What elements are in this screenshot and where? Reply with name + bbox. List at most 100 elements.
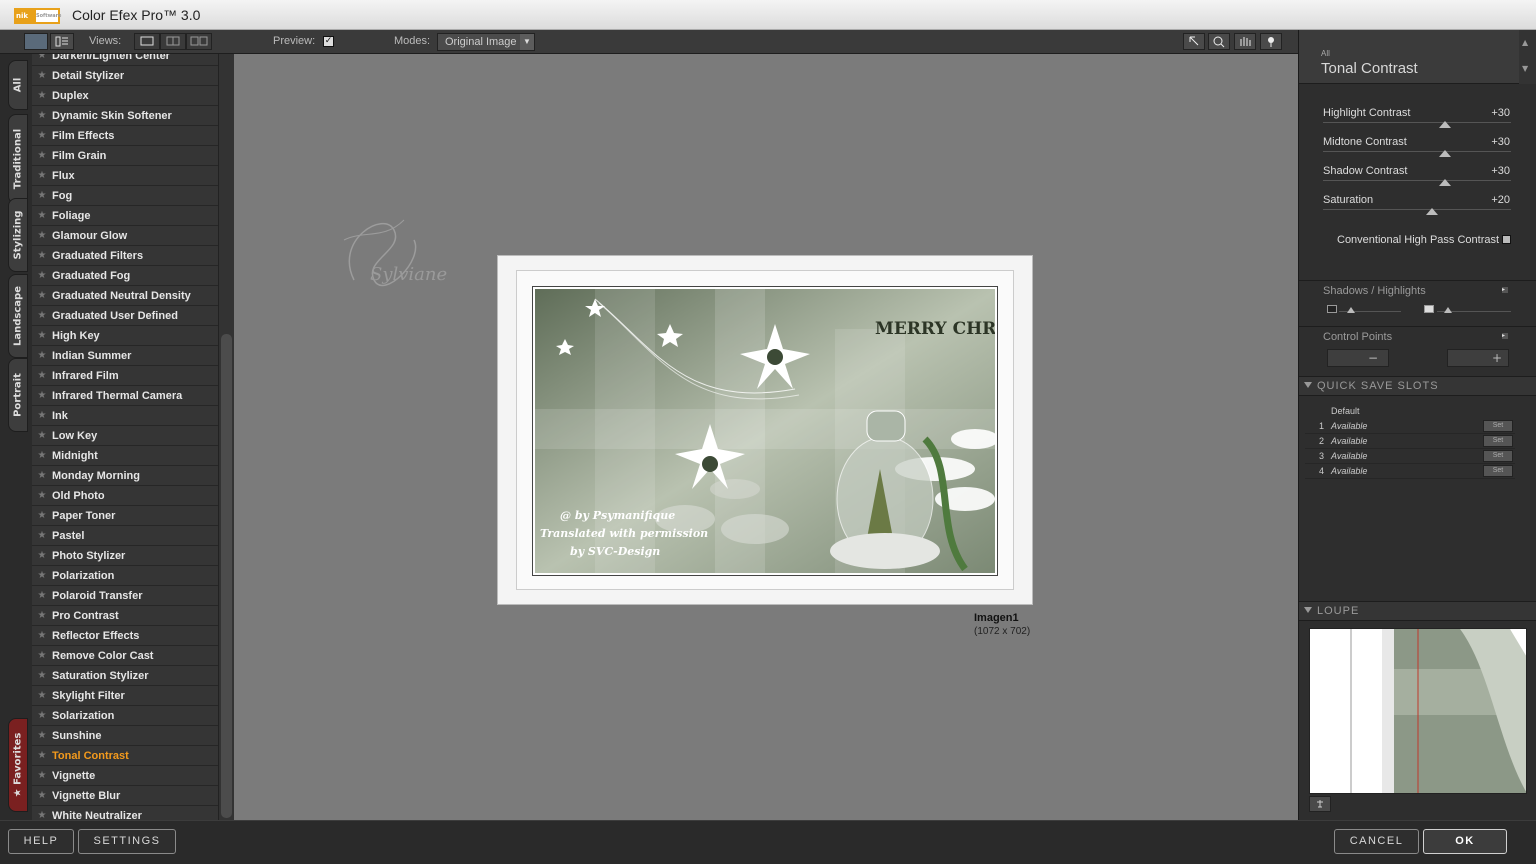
view-split-button[interactable]	[160, 33, 186, 50]
favorite-star-icon[interactable]: ★	[32, 630, 52, 641]
filter-item[interactable]: ★ Film Grain	[32, 146, 218, 166]
favorite-star-icon[interactable]: ★	[32, 130, 52, 141]
filter-item[interactable]: ★ Dynamic Skin Softener	[32, 106, 218, 126]
filter-item[interactable]: ★ High Key	[32, 326, 218, 346]
slot-set-button[interactable]: Set	[1483, 450, 1513, 462]
shadows-slider-thumb[interactable]	[1347, 307, 1355, 313]
slot-set-button[interactable]: Set	[1483, 420, 1513, 432]
favorite-star-icon[interactable]: ★	[32, 670, 52, 681]
single-view-icon[interactable]	[24, 33, 48, 50]
slider-thumb[interactable]	[1439, 179, 1452, 186]
tab-all[interactable]: All	[8, 60, 28, 110]
favorite-star-icon[interactable]: ★	[32, 330, 52, 341]
loupe-header[interactable]: LOUPE	[1299, 601, 1536, 621]
favorite-star-icon[interactable]: ★	[32, 650, 52, 661]
quick-save-header[interactable]: QUICK SAVE SLOTS	[1299, 376, 1536, 396]
filter-item[interactable]: ★ Ink	[32, 406, 218, 426]
filter-item[interactable]: ★ Remove Color Cast	[32, 646, 218, 666]
slider-thumb[interactable]	[1439, 121, 1452, 128]
filter-item[interactable]: ★ Old Photo	[32, 486, 218, 506]
favorite-star-icon[interactable]: ★	[32, 570, 52, 581]
filter-item[interactable]: ★ Midnight	[32, 446, 218, 466]
favorite-star-icon[interactable]: ★	[32, 310, 52, 321]
favorite-star-icon[interactable]: ★	[32, 150, 52, 161]
favorite-star-icon[interactable]: ★	[32, 450, 52, 461]
favorite-star-icon[interactable]: ★	[32, 610, 52, 621]
favorite-star-icon[interactable]: ★	[32, 530, 52, 541]
favorite-star-icon[interactable]: ★	[32, 290, 52, 301]
filter-item[interactable]: ★ Film Effects	[32, 126, 218, 146]
filter-item[interactable]: ★ Pastel	[32, 526, 218, 546]
filter-item[interactable]: ★ White Neutralizer	[32, 806, 218, 820]
slider-thumb[interactable]	[1426, 208, 1439, 215]
favorite-star-icon[interactable]: ★	[32, 750, 52, 761]
filter-item[interactable]: ★ Vignette Blur	[32, 786, 218, 806]
loupe-view[interactable]	[1309, 628, 1527, 794]
pointer-tool-button[interactable]	[1183, 33, 1205, 50]
slider-track[interactable]	[1323, 151, 1511, 152]
filter-item[interactable]: ★ Graduated Fog	[32, 266, 218, 286]
filter-item[interactable]: ★ Graduated Neutral Density	[32, 286, 218, 306]
hand-tool-button[interactable]	[1234, 33, 1256, 50]
slot-set-button[interactable]: Set	[1483, 465, 1513, 477]
slider-track[interactable]	[1323, 180, 1511, 181]
favorite-star-icon[interactable]: ★	[32, 510, 52, 521]
favorite-star-icon[interactable]: ★	[32, 370, 52, 381]
filter-item[interactable]: ★ Sunshine	[32, 726, 218, 746]
slot-set-button[interactable]: Set	[1483, 435, 1513, 447]
favorite-star-icon[interactable]: ★	[32, 410, 52, 421]
filter-item[interactable]: ★ Glamour Glow	[32, 226, 218, 246]
slider-track[interactable]	[1323, 209, 1511, 210]
favorite-star-icon[interactable]: ★	[32, 730, 52, 741]
preview-checkbox[interactable]: ✓	[323, 36, 334, 47]
filter-item[interactable]: ★ Graduated Filters	[32, 246, 218, 266]
view-side-by-side-button[interactable]	[186, 33, 212, 50]
chevron-up-icon[interactable]: ▲	[1522, 38, 1528, 47]
view-single-button[interactable]	[134, 33, 160, 50]
control-point-tool-button[interactable]	[1260, 33, 1282, 50]
filter-item[interactable]: ★ Darken/Lighten Center	[32, 54, 218, 66]
favorite-star-icon[interactable]: ★	[32, 550, 52, 561]
filter-item[interactable]: ★ Infrared Thermal Camera	[32, 386, 218, 406]
add-control-point-button[interactable]: +	[1447, 349, 1509, 367]
list-view-icon[interactable]	[50, 33, 74, 50]
image-canvas[interactable]: Sylviane MERRY CHR @ by Psymanifique Tra…	[234, 54, 1298, 820]
favorite-star-icon[interactable]: ★	[32, 430, 52, 441]
filter-list-scrollbar[interactable]	[218, 54, 234, 820]
filter-item[interactable]: ★ Tonal Contrast	[32, 746, 218, 766]
filter-item[interactable]: ★ Foliage	[32, 206, 218, 226]
favorite-star-icon[interactable]: ★	[32, 70, 52, 81]
filter-item[interactable]: ★ Photo Stylizer	[32, 546, 218, 566]
favorite-star-icon[interactable]: ★	[32, 90, 52, 101]
tab-stylizing[interactable]: Stylizing	[8, 198, 28, 272]
zoom-tool-button[interactable]	[1208, 33, 1230, 50]
filter-item[interactable]: ★ Duplex	[32, 86, 218, 106]
modes-select[interactable]: Original Image ▼	[437, 33, 535, 51]
favorite-star-icon[interactable]: ★	[32, 390, 52, 401]
cancel-button[interactable]: CANCEL	[1334, 829, 1419, 854]
favorite-star-icon[interactable]: ★	[32, 110, 52, 121]
expand-arrow-icon[interactable]: ▸	[1502, 287, 1508, 293]
high-pass-checkbox[interactable]	[1502, 235, 1511, 244]
filter-item[interactable]: ★ Low Key	[32, 426, 218, 446]
tab-portrait[interactable]: Portrait	[8, 358, 28, 432]
filter-item[interactable]: ★ Vignette	[32, 766, 218, 786]
favorite-star-icon[interactable]: ★	[32, 590, 52, 601]
favorite-star-icon[interactable]: ★	[32, 490, 52, 501]
filter-item[interactable]: ★ Monday Morning	[32, 466, 218, 486]
slider-thumb[interactable]	[1439, 150, 1452, 157]
filter-item[interactable]: ★ Skylight Filter	[32, 686, 218, 706]
favorite-star-icon[interactable]: ★	[32, 230, 52, 241]
filter-item[interactable]: ★ Flux	[32, 166, 218, 186]
favorite-star-icon[interactable]: ★	[32, 210, 52, 221]
favorite-star-icon[interactable]: ★	[32, 790, 52, 801]
filter-item[interactable]: ★ Reflector Effects	[32, 626, 218, 646]
favorite-star-icon[interactable]: ★	[32, 190, 52, 201]
expand-arrow-icon[interactable]: ▸	[1502, 333, 1508, 339]
slider-track[interactable]	[1323, 122, 1511, 123]
favorite-star-icon[interactable]: ★	[32, 54, 52, 61]
scrollbar-thumb[interactable]	[221, 334, 232, 818]
favorite-star-icon[interactable]: ★	[32, 350, 52, 361]
filter-item[interactable]: ★ Indian Summer	[32, 346, 218, 366]
settings-button[interactable]: SETTINGS	[78, 829, 176, 854]
